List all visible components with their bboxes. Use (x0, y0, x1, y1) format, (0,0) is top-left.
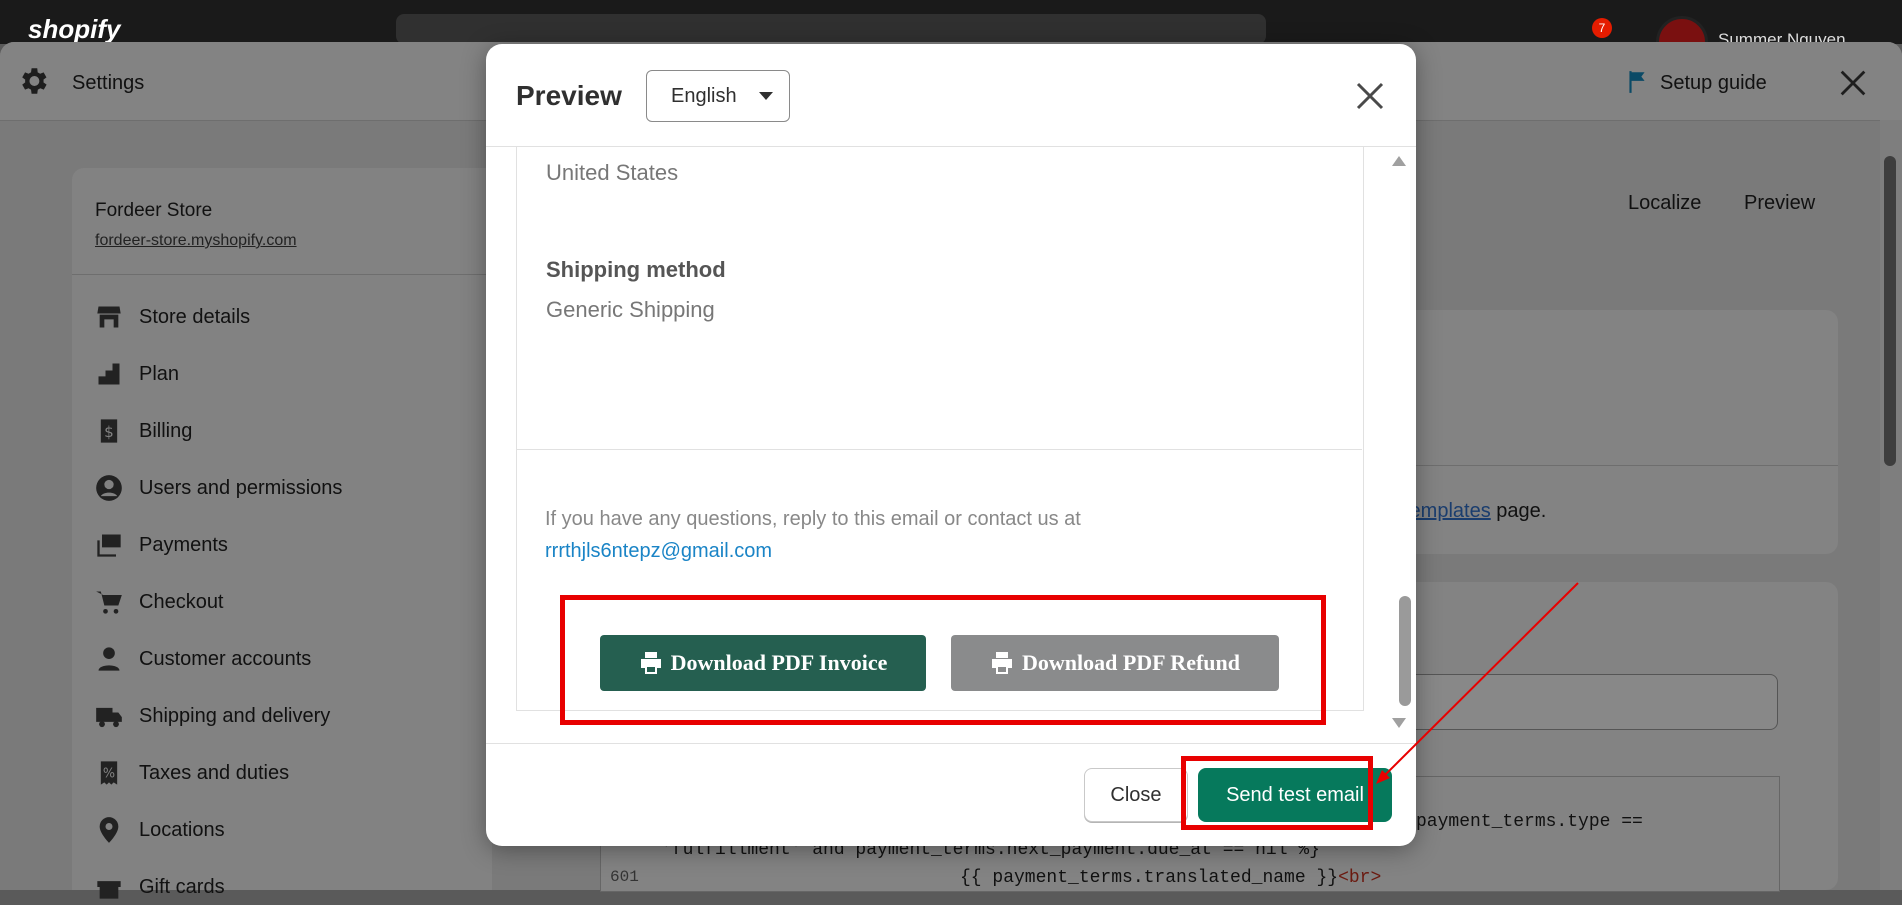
shipping-method-value: Generic Shipping (546, 297, 715, 322)
language-select[interactable]: English (646, 70, 790, 122)
user-icon (96, 475, 122, 501)
sidebar-item-payments[interactable]: Payments (95, 527, 228, 563)
sidebar-item-billing[interactable]: $ Billing (95, 413, 192, 449)
divider (1380, 465, 1838, 466)
svg-text:$: $ (104, 423, 114, 441)
modal-title: Preview (516, 80, 622, 111)
scroll-up-arrow-icon[interactable] (1392, 156, 1406, 166)
sidebar-item-customer-accounts[interactable]: Customer accounts (95, 641, 311, 677)
shopify-logo: shopify (28, 14, 121, 44)
sidebar-item-label: Taxes and duties (139, 761, 290, 784)
sidebar-item-label: Locations (139, 818, 225, 841)
card-text-suffix: page. (1490, 500, 1547, 522)
highlight-box (560, 595, 1326, 725)
sidebar-item-gift-cards[interactable]: Gift cards (95, 869, 225, 905)
sidebar-item-locations[interactable]: Locations (95, 812, 225, 848)
modal-header (486, 44, 1416, 147)
gift-icon (97, 881, 121, 899)
sidebar-item-checkout[interactable]: Checkout (95, 584, 224, 620)
code-text: {{ payment_terms.translated_name }} (960, 868, 1339, 888)
preview-button[interactable]: Preview (1744, 192, 1815, 215)
sidebar-item-store-details[interactable]: Store details (95, 299, 250, 335)
code-tag: <br> (1338, 868, 1382, 888)
card-text: templates page. (1404, 500, 1546, 523)
tax-icon: % (100, 761, 118, 785)
sidebar-item-label: Billing (139, 419, 193, 442)
sidebar-item-label: Gift cards (139, 875, 225, 898)
chevron-down-icon (758, 92, 773, 100)
code-line: {{ payment_terms.translated_name }}<br> (960, 868, 1381, 888)
preview-modal: Preview English United States Shipping m… (486, 44, 1416, 846)
svg-text:%: % (103, 767, 115, 782)
search-bar[interactable] (396, 14, 1266, 44)
sidebar-item-plan[interactable]: Plan (95, 356, 179, 392)
sidebar-item-label: Users and permissions (139, 476, 343, 499)
sidebar-item-label: Checkout (139, 590, 224, 613)
flag-icon (1629, 71, 1645, 93)
sidebar-item-label: Shipping and delivery (139, 704, 331, 727)
store-url-link[interactable]: fordeer-store.myshopify.com (95, 232, 297, 250)
close-icon[interactable] (1836, 66, 1870, 100)
sidebar-item-label: Payments (139, 533, 228, 556)
sidebar-item-users[interactable]: Users and permissions (95, 470, 342, 506)
sidebar-item-taxes[interactable]: % Taxes and duties (95, 755, 289, 791)
contact-text: If you have any questions, reply to this… (545, 508, 1081, 530)
payments-icon (97, 534, 121, 557)
close-button[interactable]: Close (1084, 768, 1188, 822)
settings-title: Settings (72, 72, 145, 94)
address-country: United States (546, 160, 679, 185)
line-number: 601 (610, 868, 639, 886)
language-value: English (671, 84, 737, 107)
person-icon (98, 647, 120, 671)
contact-email-link[interactable]: rrrthjls6ntepz@gmail.com (545, 540, 772, 563)
close-icon[interactable] (1352, 78, 1388, 114)
shipping-method-label: Shipping method (546, 257, 726, 282)
divider (516, 449, 1362, 450)
sidebar-item-label: Customer accounts (139, 647, 312, 670)
code-line: payment_terms.type == (1416, 812, 1643, 832)
store-name: Fordeer Store (95, 200, 213, 221)
truck-icon (96, 707, 122, 728)
subject-input[interactable] (1400, 674, 1778, 730)
setup-guide-button[interactable]: Setup guide (1660, 72, 1767, 95)
notification-badge[interactable]: 7 (1592, 18, 1612, 38)
scroll-down-arrow-icon[interactable] (1392, 718, 1406, 728)
store-icon (97, 306, 121, 328)
sidebar-item-label: Store details (139, 305, 251, 328)
billing-icon: $ (100, 419, 118, 443)
sidebar-item-label: Plan (139, 362, 180, 385)
modal-scrollbar-thumb[interactable] (1399, 596, 1411, 706)
gear-icon (22, 68, 47, 94)
highlight-box (1181, 756, 1373, 830)
page-scrollbar-thumb[interactable] (1884, 156, 1896, 466)
divider (72, 274, 492, 275)
localize-button[interactable]: Localize (1628, 192, 1701, 215)
templates-link[interactable]: templates (1404, 500, 1491, 522)
sidebar-item-shipping[interactable]: Shipping and delivery (95, 698, 330, 734)
plan-icon (98, 363, 120, 385)
location-icon (99, 817, 119, 843)
cart-icon (96, 591, 122, 614)
